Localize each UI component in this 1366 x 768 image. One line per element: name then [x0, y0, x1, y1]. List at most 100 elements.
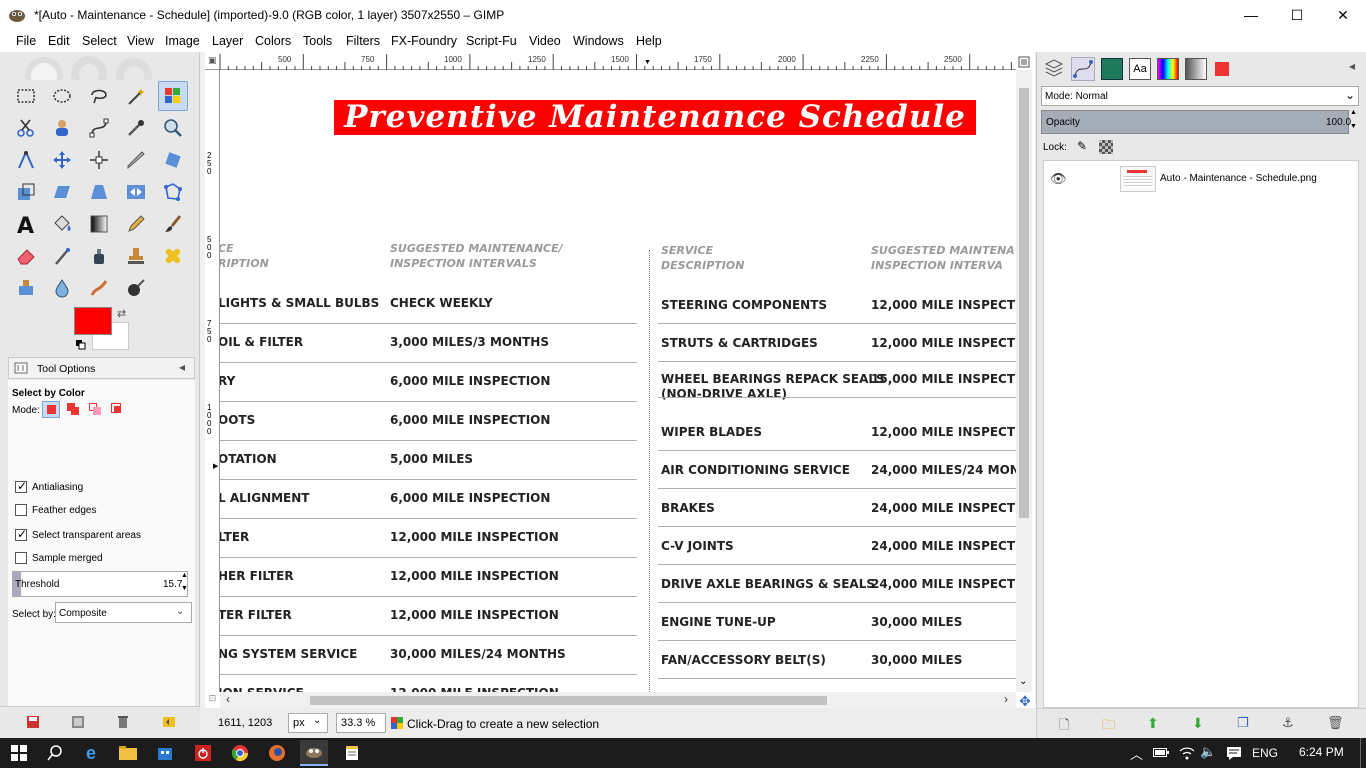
crop-tool[interactable]	[121, 145, 151, 175]
spin-up-icon[interactable]: ▲	[181, 572, 188, 579]
lock-alpha-icon[interactable]	[1099, 140, 1113, 154]
chrome-icon[interactable]	[229, 742, 251, 764]
scissors-select-tool[interactable]	[11, 113, 41, 143]
lower-layer-icon[interactable]: ⬇	[1192, 715, 1204, 732]
scroll-right-icon[interactable]: ›	[1004, 692, 1008, 706]
new-layer-icon[interactable]: 🗋	[1059, 716, 1069, 738]
menu-select[interactable]: Select	[82, 34, 117, 48]
brushes-tab[interactable]	[1215, 62, 1229, 76]
move-tool[interactable]	[47, 145, 77, 175]
fonts-tab[interactable]: Aa	[1129, 58, 1151, 80]
clock[interactable]: 6:24 PM	[1299, 745, 1344, 759]
navigate-cross-icon[interactable]: ✥	[1017, 693, 1033, 709]
menu-layer[interactable]: Layer	[212, 34, 243, 48]
spin-up-icon[interactable]: ▲	[1350, 109, 1357, 116]
smudge-tool[interactable]	[84, 273, 114, 303]
blend-tool[interactable]	[84, 209, 114, 239]
heal-tool[interactable]	[158, 241, 188, 271]
firefox-icon[interactable]	[266, 742, 288, 764]
navigate-image-icon[interactable]	[1016, 54, 1032, 70]
menu-tools[interactable]: Tools	[303, 34, 332, 48]
palettes-tab[interactable]	[1157, 58, 1179, 80]
layer-mode-dropdown[interactable]: Mode: Normal ⌄	[1041, 86, 1359, 106]
menu-script-fu[interactable]: Script-Fu	[466, 34, 517, 48]
perspective-tool[interactable]	[84, 177, 114, 207]
dock-menu-icon[interactable]: ◂	[1349, 59, 1355, 73]
menu-help[interactable]: Help	[636, 34, 662, 48]
notepad-icon[interactable]	[341, 742, 363, 764]
tab-menu-icon[interactable]: ◂	[179, 360, 185, 374]
scale-tool[interactable]	[11, 177, 41, 207]
menu-edit[interactable]: Edit	[48, 34, 70, 48]
layers-tab[interactable]	[1043, 58, 1065, 80]
menu-video[interactable]: Video	[529, 34, 561, 48]
reset-options-icon[interactable]	[162, 715, 176, 729]
select-by-color-tool[interactable]	[158, 81, 188, 111]
paintbrush-tool[interactable]	[158, 209, 188, 239]
menu-windows[interactable]: Windows	[573, 34, 624, 48]
menu-fx-foundry[interactable]: FX-Foundry	[391, 34, 457, 48]
menu-file[interactable]: File	[16, 34, 36, 48]
layer-row[interactable]: 👁 Auto - Maintenance - Schedule.png	[1044, 164, 1358, 194]
battery-icon[interactable]	[1153, 747, 1169, 758]
bucket-fill-tool[interactable]	[47, 209, 77, 239]
free-select-tool[interactable]	[84, 81, 114, 111]
close-button[interactable]: ✕	[1320, 0, 1366, 30]
text-tool[interactable]: A	[11, 209, 41, 239]
default-colors-icon[interactable]	[76, 339, 86, 350]
raise-layer-icon[interactable]: ⬆	[1147, 715, 1159, 732]
sample-merged-checkbox[interactable]	[15, 552, 27, 564]
vertical-ruler[interactable]: 2 5 0 5 0 0 7 5 0 1 0 0 0 ▶	[205, 70, 220, 692]
select-transparent-checkbox[interactable]	[15, 527, 27, 541]
mode-add-button[interactable]	[64, 401, 82, 418]
new-layer-group-icon[interactable]: 🗀	[1102, 716, 1115, 738]
canvas[interactable]: Preventive Maintenance Schedule CE RIPTI…	[220, 70, 1016, 694]
unit-dropdown[interactable]: px ⌄	[288, 713, 328, 733]
menu-filters[interactable]: Filters	[346, 34, 380, 48]
mode-replace-button[interactable]	[42, 401, 60, 418]
foreground-color-swatch[interactable]	[74, 307, 112, 335]
file-explorer-icon[interactable]	[117, 742, 139, 764]
paths-tab[interactable]	[1071, 57, 1095, 81]
flip-tool[interactable]	[121, 177, 151, 207]
mode-intersect-button[interactable]	[108, 401, 126, 418]
power-app-icon[interactable]	[192, 742, 214, 764]
ellipse-select-tool[interactable]	[47, 81, 77, 111]
patterns-tab[interactable]	[1101, 58, 1123, 80]
horizontal-ruler[interactable]: 500 750 1000 1250 1500 1750 2000 2250 25…	[220, 54, 1016, 70]
menu-view[interactable]: View	[127, 34, 154, 48]
show-hidden-icons[interactable]: ︿	[1130, 744, 1143, 763]
eye-icon[interactable]: 👁	[1050, 171, 1067, 187]
zoom-dropdown[interactable]: 33.3 %	[336, 713, 386, 733]
scroll-down-icon[interactable]: ⌄	[1019, 676, 1027, 687]
zoom-corner-icon[interactable]: ⊡	[205, 693, 220, 708]
select-by-dropdown[interactable]: Composite ⌄	[55, 602, 192, 623]
align-tool[interactable]	[84, 145, 114, 175]
start-button[interactable]	[8, 742, 30, 764]
shear-tool[interactable]	[47, 177, 77, 207]
measure-tool[interactable]	[11, 145, 41, 175]
feather-edges-checkbox[interactable]	[15, 504, 27, 516]
perspective-clone-tool[interactable]	[11, 273, 41, 303]
gimp-taskbar-icon[interactable]	[300, 740, 328, 766]
language-indicator[interactable]: ENG	[1252, 746, 1278, 760]
cage-transform-tool[interactable]	[158, 177, 188, 207]
color-picker-tool[interactable]	[121, 113, 151, 143]
pencil-tool[interactable]	[121, 209, 151, 239]
save-options-icon[interactable]	[26, 715, 40, 729]
menu-image[interactable]: Image	[165, 34, 200, 48]
swap-colors-icon[interactable]: ⇄	[117, 307, 129, 320]
horizontal-scroll-thumb[interactable]	[310, 696, 827, 705]
blur-sharpen-tool[interactable]	[47, 273, 77, 303]
wifi-icon[interactable]	[1179, 746, 1195, 760]
action-center-icon[interactable]	[1226, 746, 1242, 760]
anchor-layer-icon[interactable]: ⚓	[1282, 715, 1294, 731]
rect-select-tool[interactable]	[11, 81, 41, 111]
dodge-burn-tool[interactable]	[121, 273, 151, 303]
lock-pixels-icon[interactable]: ✎	[1077, 139, 1087, 153]
spin-down-icon[interactable]: ▼	[1350, 123, 1357, 130]
zoom-tool[interactable]	[158, 113, 188, 143]
scroll-left-icon[interactable]: ‹	[226, 692, 230, 706]
eraser-tool[interactable]	[11, 241, 41, 271]
delete-options-icon[interactable]	[116, 715, 130, 729]
